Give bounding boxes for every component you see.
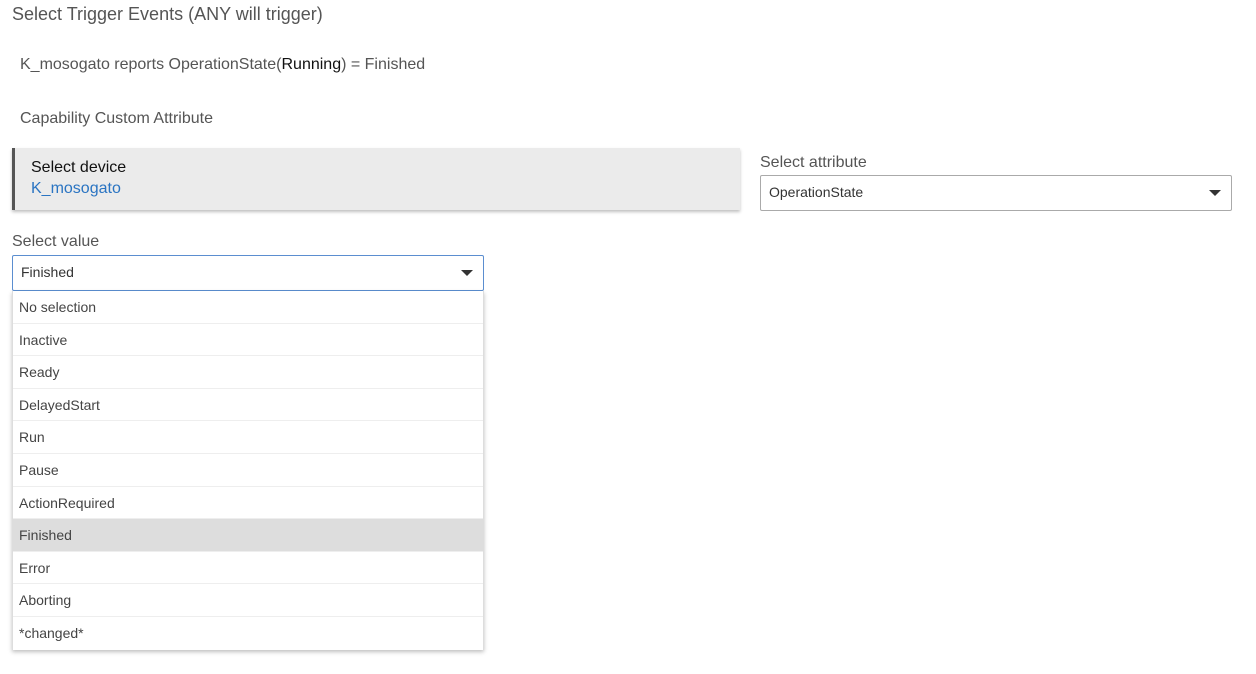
chevron-down-icon <box>1209 190 1221 196</box>
selected-device-value[interactable]: K_mosogato <box>31 180 121 198</box>
select-value-label: Select value <box>12 233 100 250</box>
dropdown-option[interactable]: Run <box>13 421 483 454</box>
select-attribute-value: OperationState <box>769 184 864 200</box>
dropdown-option-selected[interactable]: Finished <box>13 519 483 552</box>
page-title: Select Trigger Events (ANY will trigger) <box>12 4 323 24</box>
chevron-down-icon <box>461 270 473 276</box>
dropdown-option[interactable]: No selection <box>13 291 483 324</box>
trigger-highlight: Running <box>281 56 342 73</box>
dropdown-option[interactable]: Error <box>13 552 483 585</box>
trigger-description: K_mosogato reports OperationState(Runnin… <box>20 56 425 74</box>
dropdown-option[interactable]: Ready <box>13 356 483 389</box>
select-attribute-label: Select attribute <box>760 154 867 171</box>
dropdown-option[interactable]: Pause <box>13 454 483 487</box>
trigger-prefix: K_mosogato reports OperationState( <box>20 56 282 73</box>
dropdown-option[interactable]: Inactive <box>13 324 483 357</box>
select-value-dropdown[interactable]: Finished <box>12 255 484 291</box>
dropdown-option[interactable]: *changed* <box>13 617 483 650</box>
select-attribute-dropdown[interactable]: OperationState <box>760 175 1232 211</box>
value-options-list: No selection Inactive Ready DelayedStart… <box>12 291 484 650</box>
dropdown-option[interactable]: ActionRequired <box>13 487 483 520</box>
trigger-suffix: ) = Finished <box>341 56 426 73</box>
dropdown-option[interactable]: Aborting <box>13 584 483 617</box>
select-device-label: Select device <box>31 159 127 176</box>
capability-label: Capability Custom Attribute <box>20 110 213 127</box>
select-value-value: Finished <box>21 264 74 280</box>
dropdown-option[interactable]: DelayedStart <box>13 389 483 422</box>
select-device-button[interactable]: Select device K_mosogato <box>12 148 740 210</box>
